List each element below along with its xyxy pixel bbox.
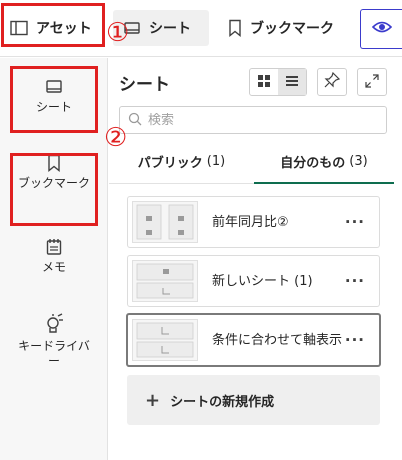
tab-public-count: (1) [206, 154, 226, 169]
notes-icon [45, 238, 63, 256]
list-view-button[interactable] [278, 69, 306, 95]
grid-view-button[interactable] [250, 69, 278, 95]
panel-title: シート [119, 75, 170, 95]
view-toggle [249, 68, 307, 96]
search-box [119, 106, 387, 134]
more-options-button[interactable]: ··· [345, 331, 365, 349]
tab-public[interactable]: パブリック (1) [109, 140, 254, 184]
top-bar: アセット シート ブックマーク [0, 0, 402, 57]
plus-icon: + [145, 389, 161, 411]
panel-icon [10, 20, 28, 36]
create-sheet-label: シートの新規作成 [170, 394, 275, 410]
tab-mine[interactable]: 自分のもの (3) [254, 140, 394, 184]
tab-mine-count: (3) [349, 153, 368, 169]
tab-assets-label: アセット [36, 21, 92, 37]
sheet-title: 新しいシート (1) [212, 273, 313, 289]
expand-icon [365, 73, 379, 92]
list-icon [285, 73, 299, 92]
rail-item-label: メモ [41, 260, 66, 274]
tab-sheets-label: シート [149, 21, 191, 37]
rail-item-label: ブックマーク [17, 176, 90, 190]
sheet-title: 前年同月比② [212, 214, 289, 230]
bookmark-icon [47, 154, 61, 172]
bookmark-icon [228, 19, 242, 37]
search-icon [128, 111, 142, 130]
tab-bookmarks-label: ブックマーク [250, 21, 334, 37]
left-rail: シート ブックマーク メモ キードライバー [0, 58, 108, 460]
tab-bookmarks[interactable]: ブックマーク [222, 10, 354, 46]
tab-mine-label: 自分のもの [280, 155, 346, 171]
sheet-card-selected[interactable]: 条件に合わせて軸表示 ··· [126, 313, 381, 367]
grid-icon [257, 73, 271, 92]
create-sheet-button[interactable]: + シートの新規作成 [127, 375, 380, 425]
tab-public-label: パブリック [137, 156, 203, 171]
rail-item-label: シート [35, 100, 72, 114]
marker-1: ① [106, 18, 130, 48]
rail-item-sheets[interactable]: シート [0, 78, 108, 115]
rail-item-label: キードライバー [18, 339, 90, 368]
pin-button[interactable] [317, 68, 347, 96]
sheet-thumbnail [132, 319, 198, 361]
sheet-title: 条件に合わせて軸表示 [212, 332, 343, 348]
sheet-card[interactable]: 前年同月比② ··· [127, 196, 380, 248]
key-driver-icon [43, 313, 65, 335]
tab-assets[interactable]: アセット [4, 10, 106, 46]
more-options-button[interactable]: ··· [345, 272, 365, 290]
more-options-button[interactable]: ··· [345, 213, 365, 231]
pin-icon [324, 71, 341, 92]
marker-2: ② [104, 123, 128, 153]
sheet-card[interactable]: 新しいシート (1) ··· [127, 255, 380, 307]
rail-item-bookmarks[interactable]: ブックマーク [0, 154, 108, 191]
search-input[interactable] [148, 112, 368, 128]
eye-icon [371, 19, 392, 39]
sheets-panel: シート パブリック (1) 自分のもの (3) [109, 58, 402, 460]
sheet-icon [44, 78, 64, 96]
rail-item-notes[interactable]: メモ [0, 238, 108, 275]
sheet-thumbnail [132, 260, 198, 302]
insight-toggle-button[interactable] [360, 9, 402, 49]
expand-button[interactable] [357, 68, 387, 96]
sheet-thumbnail [132, 201, 198, 243]
rail-item-key-driver[interactable]: キードライバー [0, 313, 108, 369]
